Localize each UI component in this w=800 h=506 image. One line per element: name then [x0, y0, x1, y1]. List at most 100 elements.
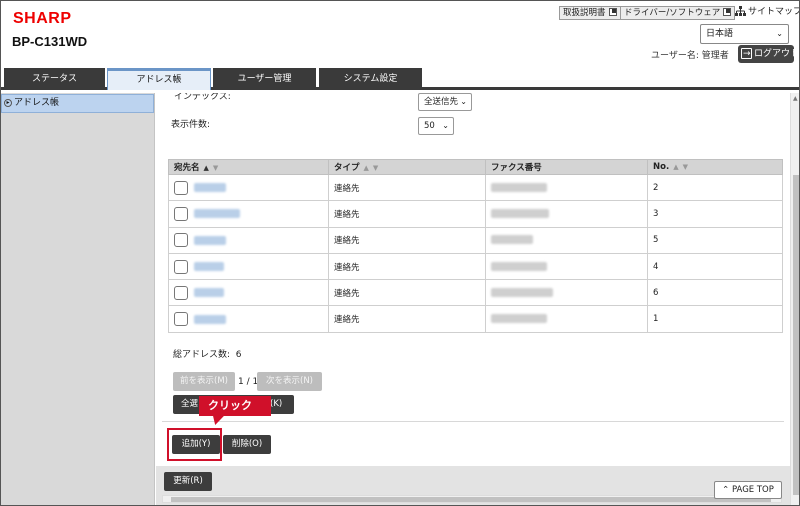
fax-cell: [485, 173, 648, 202]
no-cell: 2: [647, 173, 783, 202]
chevron-down-icon: ⌄: [776, 29, 783, 38]
redacted-fax: [491, 314, 547, 324]
fax-cell: [485, 252, 648, 281]
sidebar-item-address-book[interactable]: ▸ アドレス帳: [1, 94, 154, 113]
fax-cell: [485, 279, 648, 307]
redacted-name[interactable]: [194, 314, 226, 324]
tab-address-book-label: アドレス帳: [136, 75, 182, 85]
logout-icon: [741, 45, 752, 63]
section-divider: [162, 421, 784, 422]
name-cell: [168, 305, 329, 333]
row-checkbox[interactable]: [174, 285, 188, 300]
sort-desc-icon[interactable]: ▼: [213, 164, 218, 172]
table-row[interactable]: 連絡先 4: [168, 252, 783, 281]
type-cell: 連絡先: [328, 173, 486, 202]
address-table: 宛先名 ▲ ▼ タイプ ▲ ▼ ファクス番号 No. ▲ ▼ 連絡先 2 連絡先 3: [168, 159, 783, 333]
col-fax-label: ファクス番号: [491, 163, 542, 173]
driver-link-label: ドライバー/ソフトウェア: [624, 8, 721, 18]
tab-status[interactable]: ステータス: [4, 68, 105, 90]
name-cell: [168, 226, 329, 254]
click-callout: クリック: [199, 396, 271, 416]
total-value: 6: [235, 350, 242, 360]
tab-user-management[interactable]: ユーザー管理: [213, 68, 316, 90]
count-select[interactable]: 50 ⌄: [418, 117, 454, 135]
external-link-icon: [608, 8, 617, 16]
redacted-fax: [491, 235, 533, 245]
total-label: 総アドレス数:: [173, 350, 231, 360]
table-row[interactable]: 連絡先 1: [168, 305, 783, 333]
logout-button[interactable]: ログアウト: [738, 45, 799, 63]
sort-asc-icon[interactable]: ▲: [673, 163, 678, 171]
language-value: 日本語: [706, 29, 734, 39]
table-row[interactable]: 連絡先 2: [168, 173, 783, 202]
col-no-label: No.: [653, 162, 670, 172]
row-checkbox[interactable]: [174, 206, 188, 221]
col-header-fax: ファクス番号: [485, 159, 648, 175]
count-value: 50: [424, 121, 435, 131]
update-button[interactable]: 更新(R): [164, 472, 212, 491]
fax-cell: [485, 200, 648, 228]
tab-system-settings-label: システム設定: [343, 74, 398, 84]
name-cell: [168, 279, 329, 307]
redacted-fax: [491, 261, 547, 271]
redacted-name[interactable]: [194, 235, 226, 245]
chevron-down-icon: ⌄: [442, 121, 449, 130]
fax-cell: [485, 305, 648, 333]
redacted-name[interactable]: [194, 288, 224, 298]
language-select[interactable]: 日本語 ⌄: [700, 24, 789, 44]
col-header-no[interactable]: No. ▲ ▼: [647, 159, 783, 175]
index-value: 全送信先: [424, 97, 459, 107]
select-all-label-start: 全選: [181, 399, 199, 409]
tab-address-book[interactable]: アドレス帳: [107, 68, 211, 90]
select-all-label-end: (K): [270, 399, 283, 409]
delete-button[interactable]: 削除(O): [223, 435, 271, 454]
row-checkbox[interactable]: [174, 259, 188, 274]
prev-page-button[interactable]: 前を表示(M): [173, 372, 235, 391]
table-row[interactable]: 連絡先 6: [168, 279, 783, 307]
col-header-type[interactable]: タイプ ▲ ▼: [328, 159, 486, 175]
next-page-button[interactable]: 次を表示(N): [257, 372, 322, 391]
redacted-name[interactable]: [194, 262, 224, 272]
vertical-scrollbar-thumb[interactable]: [793, 175, 799, 495]
sort-asc-icon[interactable]: ▲: [204, 164, 209, 172]
sort-asc-icon[interactable]: ▲: [364, 164, 369, 172]
scroll-up-icon[interactable]: ▲: [793, 95, 798, 102]
redacted-fax: [491, 208, 549, 218]
driver-software-link[interactable]: ドライバー/ソフトウェア: [620, 6, 736, 20]
sitemap-icon: [735, 6, 746, 16]
table-row[interactable]: 連絡先 5: [168, 226, 783, 254]
sort-desc-icon[interactable]: ▼: [373, 164, 378, 172]
col-name-label: 宛先名: [174, 163, 200, 173]
page-top-button[interactable]: ⌃ PAGE TOP: [714, 481, 782, 499]
table-header-row: 宛先名 ▲ ▼ タイプ ▲ ▼ ファクス番号 No. ▲ ▼: [168, 159, 783, 175]
type-cell: 連絡先: [328, 200, 486, 228]
sharp-logo: SHARP: [13, 10, 72, 27]
row-checkbox[interactable]: [174, 180, 188, 195]
manual-link-label: 取扱説明書: [563, 8, 606, 18]
external-link-icon: [723, 8, 732, 16]
horizontal-scrollbar[interactable]: [162, 495, 782, 503]
col-type-label: タイプ: [334, 163, 360, 173]
redacted-name[interactable]: [194, 209, 240, 219]
vertical-scrollbar[interactable]: ▲: [790, 93, 799, 505]
no-cell: 4: [647, 252, 783, 281]
main-tab-bar: ステータス アドレス帳 ユーザー管理 システム設定: [1, 68, 799, 90]
main-content: インデックス: 全送信先 ⌄ 表示件数: 50 ⌄ 宛先名 ▲ ▼ タイプ ▲ ▼ ファ…: [156, 93, 790, 505]
sort-desc-icon[interactable]: ▼: [683, 163, 688, 171]
horizontal-scrollbar-thumb[interactable]: [171, 497, 771, 502]
sitemap-label: サイトマップ: [748, 7, 800, 17]
sitemap-link[interactable]: サイトマップ: [735, 6, 800, 18]
chevron-down-icon: ⌄: [460, 97, 467, 106]
redacted-fax: [491, 182, 547, 192]
row-checkbox[interactable]: [174, 233, 188, 248]
tab-system-settings[interactable]: システム設定: [319, 68, 422, 90]
col-header-name[interactable]: 宛先名 ▲ ▼: [168, 159, 329, 175]
redacted-name[interactable]: [194, 183, 226, 193]
window-frame: SHARP BP-C131WD 取扱説明書 ドライバー/ソフトウェア サイトマッ…: [0, 0, 800, 506]
table-row[interactable]: 連絡先 3: [168, 200, 783, 228]
arrow-right-icon: ▸: [4, 99, 12, 107]
name-cell: [168, 252, 329, 281]
manual-link[interactable]: 取扱説明書: [559, 6, 621, 20]
index-select[interactable]: 全送信先 ⌄: [418, 93, 472, 111]
row-checkbox[interactable]: [174, 312, 188, 327]
